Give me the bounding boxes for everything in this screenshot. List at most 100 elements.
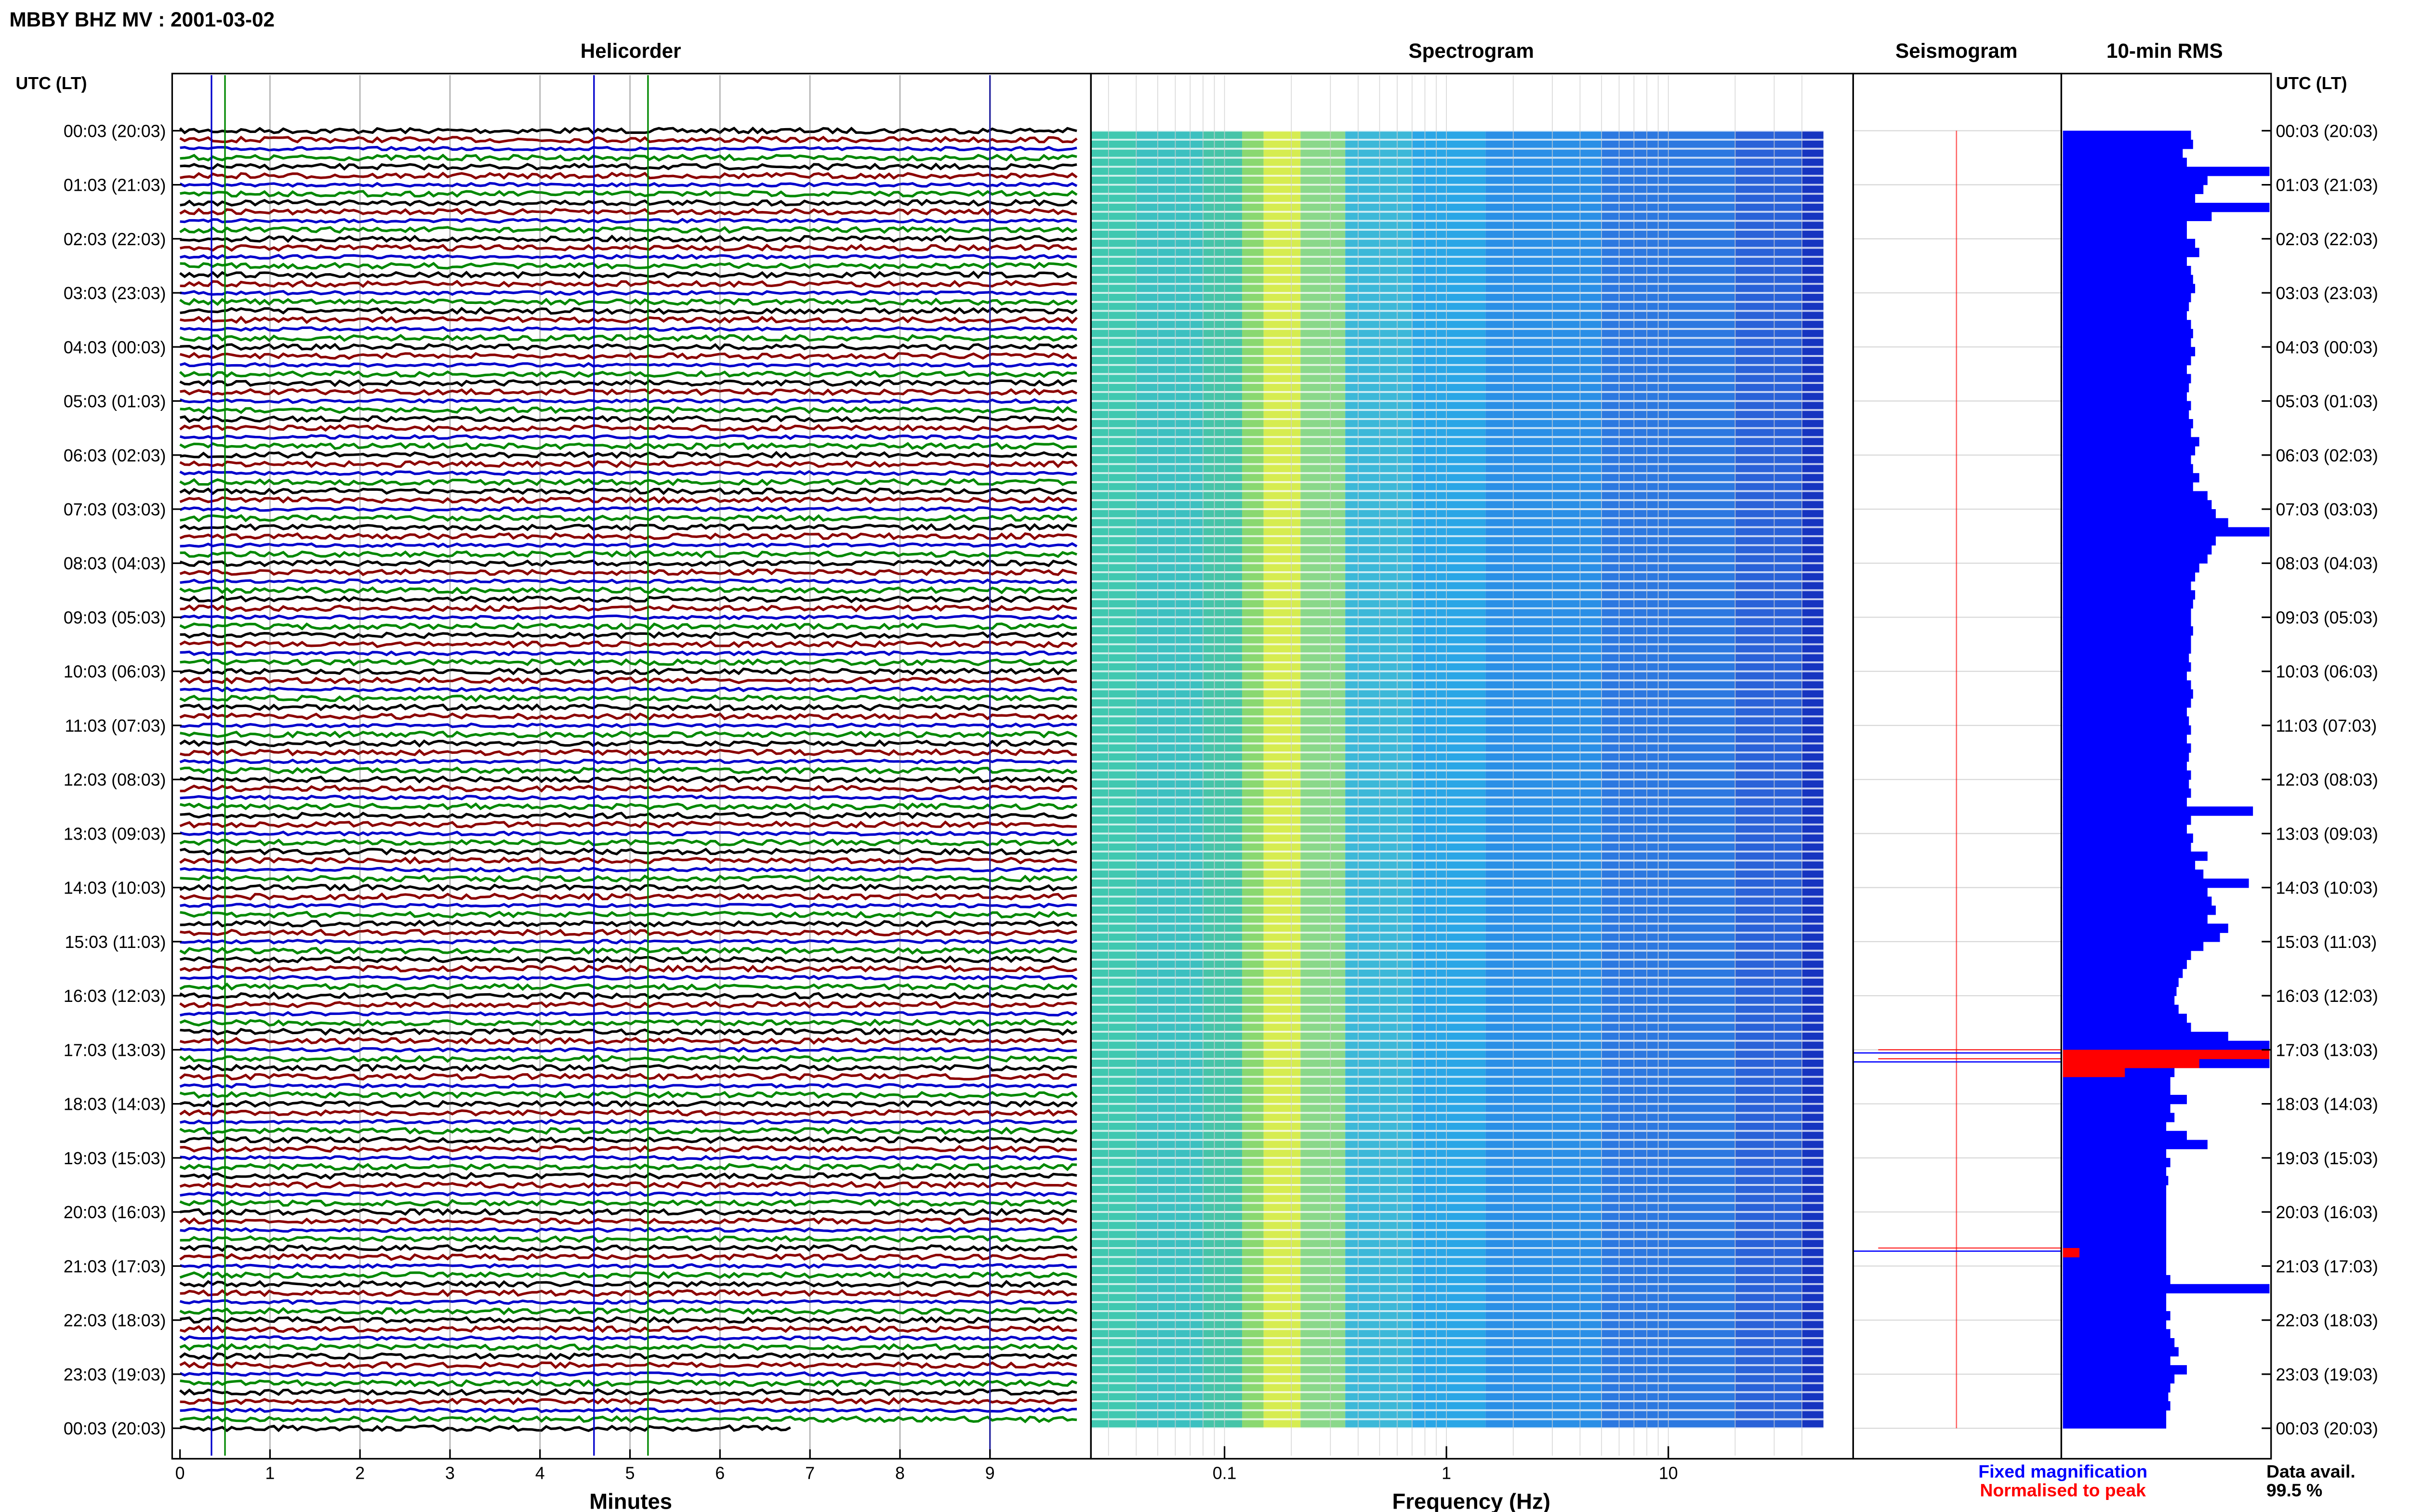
legend-normalised-to-peak: Normalised to peak bbox=[1980, 1480, 2146, 1500]
helicorder-trace bbox=[179, 532, 1077, 540]
rms-bar bbox=[2063, 275, 2193, 284]
helicorder-trace bbox=[179, 856, 1077, 865]
helicorder-trace bbox=[179, 254, 1077, 260]
rms-title: 10-min RMS bbox=[2106, 39, 2223, 62]
helicorder-trace bbox=[179, 776, 1078, 784]
row-label-left: 22:03 (18:03) bbox=[64, 1311, 166, 1330]
helicorder-trace bbox=[179, 270, 1077, 279]
rms-bar bbox=[2063, 1419, 2167, 1429]
helicorder-trace bbox=[180, 1235, 1078, 1243]
rms-bar bbox=[2063, 1266, 2167, 1275]
helicorder-trace bbox=[180, 1171, 1077, 1180]
helicorder-xlabel: Minutes bbox=[589, 1489, 672, 1512]
row-label-left: 03:03 (23:03) bbox=[64, 284, 166, 303]
rms-bar bbox=[2063, 1239, 2167, 1249]
rms-bar bbox=[2063, 969, 2183, 978]
helicorder-trace bbox=[179, 947, 1077, 955]
row-label-left: 13:03 (09:03) bbox=[64, 824, 166, 843]
rms-bar bbox=[2063, 1094, 2187, 1104]
row-label-left: 12:03 (08:03) bbox=[64, 770, 166, 789]
data-availability-value: 99.5 % bbox=[2266, 1480, 2322, 1500]
rms-bar bbox=[2063, 797, 2187, 807]
helicorder-trace bbox=[179, 398, 1077, 404]
helicorder-trace bbox=[179, 442, 1077, 450]
helicorder-trace bbox=[180, 162, 1077, 171]
rms-bar bbox=[2063, 437, 2199, 447]
row-label-right: 15:03 (11:03) bbox=[2276, 933, 2377, 952]
rms-bar bbox=[2063, 238, 2196, 249]
row-label-left: 18:03 (14:03) bbox=[64, 1095, 166, 1114]
helicorder-trace bbox=[179, 802, 1078, 811]
rms-bar bbox=[2063, 1167, 2167, 1176]
rms-bar bbox=[2063, 1013, 2187, 1023]
helicorder-trace bbox=[179, 478, 1077, 486]
helicorder-trace bbox=[180, 542, 1078, 548]
rms-bar bbox=[2063, 491, 2208, 500]
helicorder-trace bbox=[180, 406, 1077, 414]
helicorder-trace bbox=[179, 1415, 1077, 1423]
rms-bar bbox=[2063, 662, 2191, 672]
rms-bar bbox=[2063, 986, 2177, 996]
helicorder-trace bbox=[179, 694, 1078, 703]
spectrogram-xtick-label: 0.1 bbox=[1213, 1464, 1237, 1483]
rms-bar bbox=[2063, 599, 2193, 609]
helicorder-trace bbox=[180, 1288, 1077, 1298]
helicorder-trace bbox=[179, 1054, 1077, 1063]
row-label-right: 17:03 (13:03) bbox=[2276, 1040, 2378, 1060]
rms-bar bbox=[2063, 914, 2208, 924]
helicorder-trace bbox=[180, 1263, 1077, 1269]
helicorder-trace bbox=[180, 153, 1077, 162]
rms-bar bbox=[2063, 725, 2191, 735]
row-label-right: 01:03 (21:03) bbox=[2276, 176, 2378, 195]
helicorder-trace bbox=[180, 342, 1078, 351]
rms-bar bbox=[2063, 1031, 2228, 1041]
helicorder-trace bbox=[180, 1191, 1077, 1197]
rms-bar bbox=[2063, 572, 2196, 582]
helicorder-trace bbox=[179, 955, 1077, 964]
helicorder-xtick-label: 9 bbox=[985, 1464, 995, 1483]
helicorder-trace bbox=[179, 820, 1077, 829]
rms-bar bbox=[2063, 293, 2191, 302]
helicorder-trace bbox=[179, 434, 1077, 440]
helicorder-trace bbox=[180, 1208, 1077, 1216]
helicorder-trace bbox=[179, 614, 1077, 620]
spectrogram-title: Spectrogram bbox=[1408, 39, 1534, 62]
helicorder-trace bbox=[180, 938, 1078, 945]
helicorder-trace bbox=[180, 262, 1077, 270]
rms-bar bbox=[2063, 347, 2196, 356]
seismogram-title: Seismogram bbox=[1895, 39, 2017, 62]
helicorder-trace bbox=[179, 1307, 1078, 1315]
row-label-right: 05:03 (01:03) bbox=[2276, 392, 2378, 411]
helicorder-trace bbox=[179, 1181, 1077, 1189]
helicorder-trace bbox=[180, 1027, 1077, 1036]
helicorder-trace bbox=[179, 559, 1077, 567]
rms-bar bbox=[2063, 320, 2191, 329]
helicorder-trace bbox=[179, 991, 1077, 1000]
helicorder-trace bbox=[180, 316, 1078, 324]
rms-bar bbox=[2063, 410, 2189, 420]
rms-bar bbox=[2063, 1320, 2167, 1329]
helicorder-trace bbox=[179, 712, 1078, 721]
rms-bar bbox=[2063, 446, 2196, 456]
helicorder-trace bbox=[179, 506, 1077, 513]
rms-bar bbox=[2063, 707, 2187, 717]
rms-bar bbox=[2063, 248, 2199, 257]
helicorder-trace bbox=[180, 550, 1078, 558]
helicorder-xtick-label: 3 bbox=[445, 1464, 455, 1483]
helicorder-trace bbox=[179, 352, 1077, 360]
rms-bar-normalised bbox=[2063, 1050, 2270, 1059]
rms-bar bbox=[2063, 1311, 2171, 1321]
rms-bar bbox=[2063, 1401, 2171, 1411]
row-axis-label-left: UTC (LT) bbox=[15, 74, 87, 93]
helicorder-trace bbox=[179, 703, 1077, 711]
helicorder-trace bbox=[180, 631, 1077, 640]
rms-bar bbox=[2063, 581, 2191, 591]
spectrogram-xtick-label: 10 bbox=[1659, 1464, 1678, 1483]
row-label-left: 05:03 (01:03) bbox=[64, 392, 166, 411]
helicorder-trace bbox=[179, 1335, 1077, 1341]
helicorder-trace bbox=[180, 1145, 1077, 1153]
rms-bar bbox=[2063, 1040, 2270, 1051]
rms-bar bbox=[2063, 211, 2212, 222]
row-label-left: 21:03 (17:03) bbox=[64, 1257, 166, 1276]
helicorder-trace bbox=[180, 1227, 1077, 1233]
